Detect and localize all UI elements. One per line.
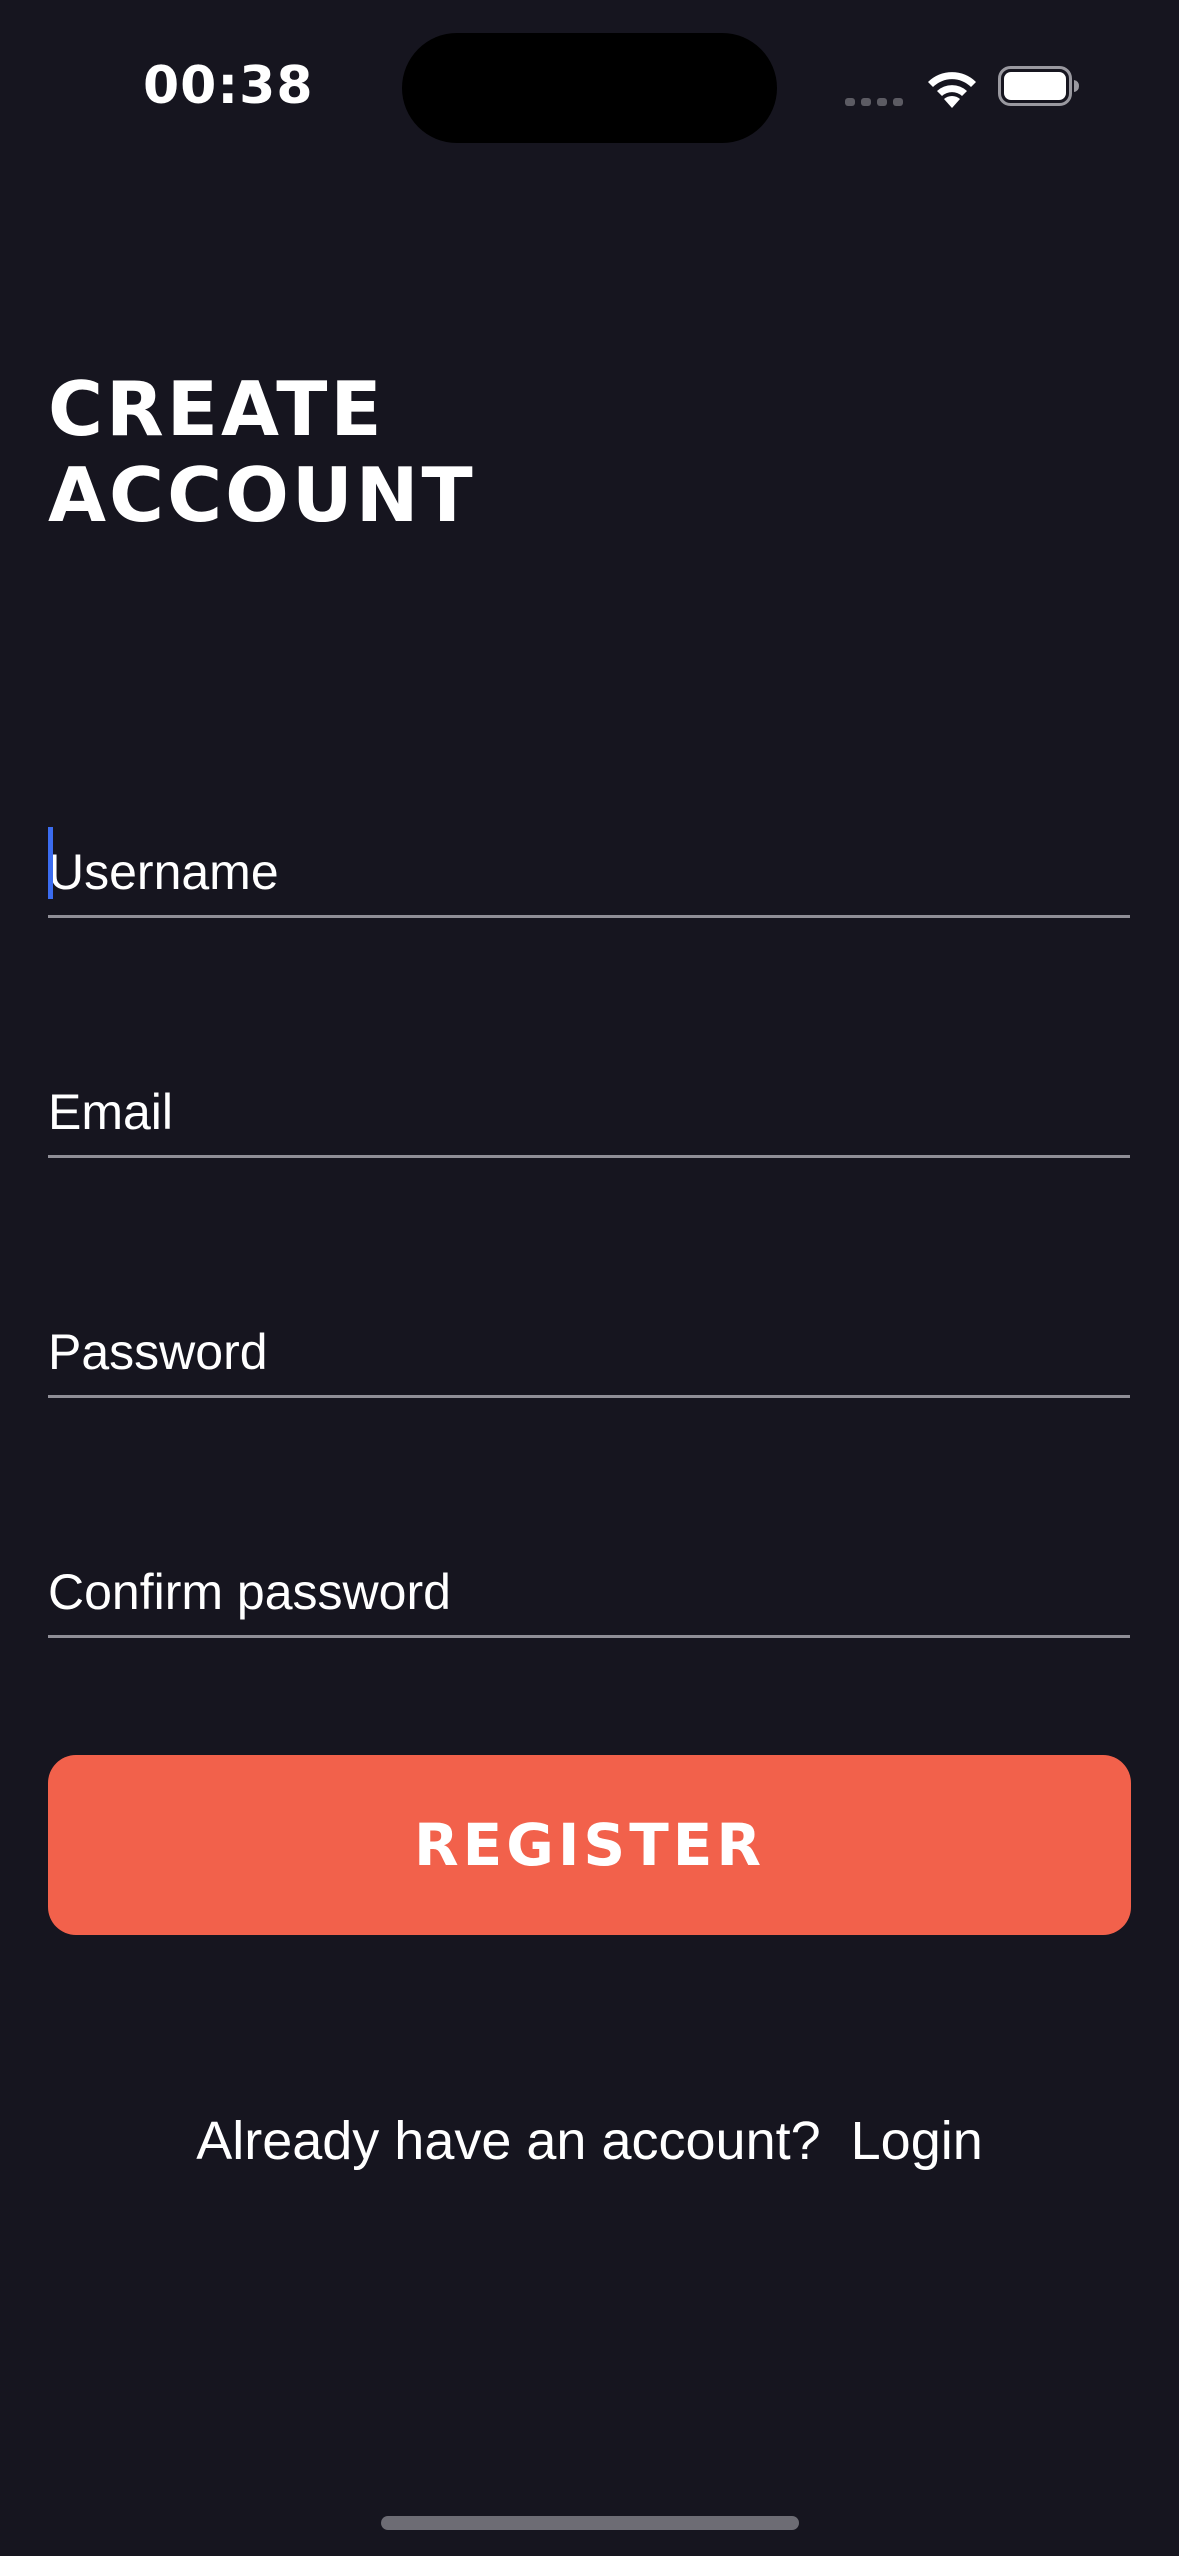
- password-field[interactable]: [48, 1275, 1130, 1398]
- confirm-password-field[interactable]: [48, 1515, 1130, 1638]
- email-field[interactable]: [48, 1035, 1130, 1158]
- wifi-icon: [928, 72, 976, 108]
- register-button[interactable]: REGISTER: [48, 1755, 1131, 1935]
- login-link[interactable]: Login: [851, 2111, 983, 2171]
- page-title: CREATE ACCOUNT: [48, 365, 476, 539]
- dynamic-island: [402, 33, 777, 143]
- battery-icon: [998, 66, 1079, 106]
- confirm-password-input[interactable]: [48, 1515, 1130, 1635]
- text-caret: [48, 827, 53, 899]
- home-indicator[interactable]: [381, 2516, 799, 2530]
- status-bar: 00:38: [0, 0, 1179, 175]
- login-prompt-text: Already have an account?: [196, 2111, 821, 2171]
- login-prompt: Already have an account? Login: [0, 2110, 1179, 2172]
- username-input[interactable]: [48, 795, 1130, 915]
- email-input[interactable]: [48, 1035, 1130, 1155]
- username-field[interactable]: [48, 795, 1130, 918]
- status-time: 00:38: [143, 56, 314, 116]
- password-input[interactable]: [48, 1275, 1130, 1395]
- signal-dots-icon: [845, 98, 903, 106]
